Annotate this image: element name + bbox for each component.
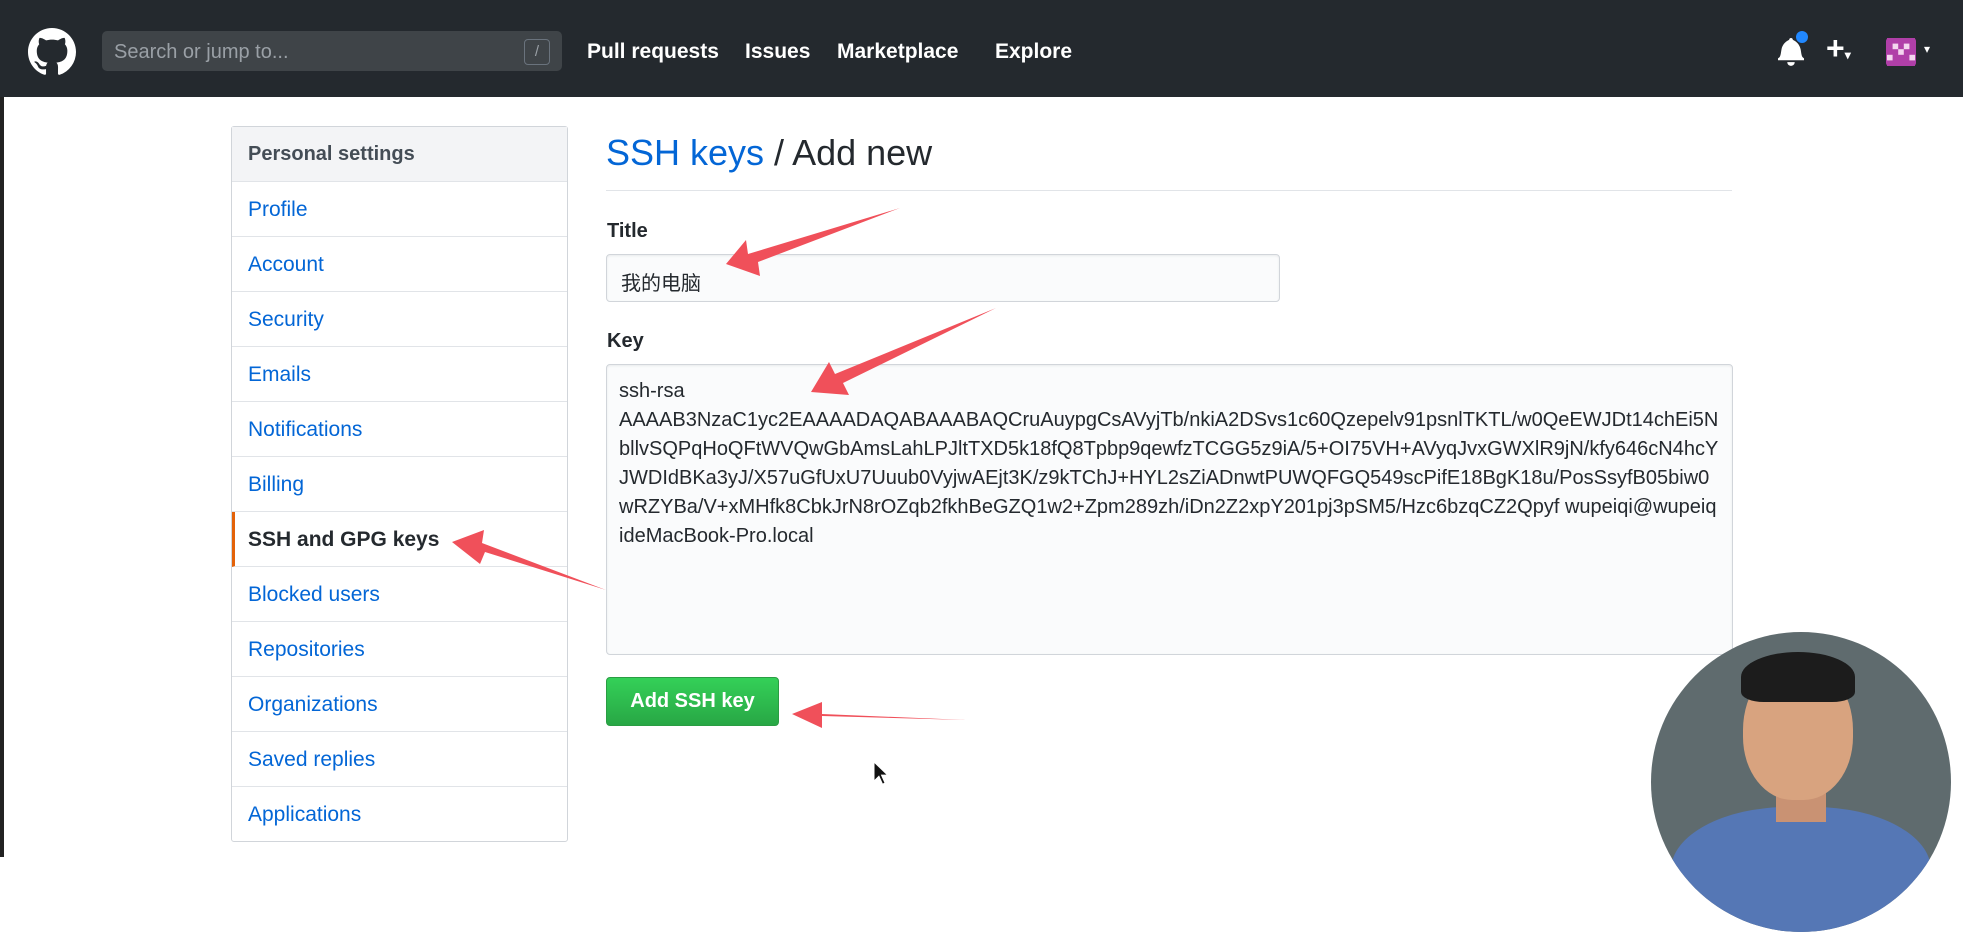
top-header: Search or jump to... / Pull requests Iss… [0,0,1963,97]
sidebar-item-account[interactable]: Account [232,237,567,292]
avatar[interactable] [1886,38,1916,66]
webcam-person-hair [1741,652,1855,702]
title-label: Title [607,220,648,242]
nav-marketplace[interactable]: Marketplace [837,40,958,64]
sidebar-item-repositories[interactable]: Repositories [232,622,567,677]
settings-sidebar: Personal settings Profile Account Securi… [231,126,568,842]
sidebar-item-security[interactable]: Security [232,292,567,347]
key-textarea[interactable]: ssh-rsa AAAAB3NzaC1yc2EAAAADAQABAAABAQCr… [606,364,1733,655]
window-edge [0,0,4,857]
webcam-person-shirt [1671,807,1931,932]
sidebar-item-ssh-gpg-keys[interactable]: SSH and GPG keys [232,512,567,567]
search-placeholder: Search or jump to... [114,41,289,63]
mouse-cursor-icon [873,760,890,786]
nav-issues[interactable]: Issues [745,40,810,64]
annotation-arrow-button [792,702,966,728]
identicon-icon [1887,38,1915,66]
sidebar-item-blocked-users[interactable]: Blocked users [232,567,567,622]
search-shortcut-key: / [524,39,550,65]
search-input[interactable]: Search or jump to... / [102,31,562,71]
sidebar-item-emails[interactable]: Emails [232,347,567,402]
breadcrumb-ssh-keys-link[interactable]: SSH keys [606,132,764,173]
sidebar-heading: Personal settings [232,127,567,182]
title-divider [606,190,1732,191]
chevron-down-icon[interactable]: ▾ [1924,42,1930,56]
breadcrumb-separator: / [764,132,793,173]
key-label: Key [607,330,644,352]
webcam-overlay [1651,632,1951,932]
sidebar-item-saved-replies[interactable]: Saved replies [232,732,567,787]
sidebar-item-notifications[interactable]: Notifications [232,402,567,457]
sidebar-item-applications[interactable]: Applications [232,787,567,842]
chevron-down-icon: ▾ [1844,48,1851,62]
sidebar-item-profile[interactable]: Profile [232,182,567,237]
create-new-button[interactable]: +▾ [1826,30,1851,67]
github-logo-icon[interactable] [28,28,76,76]
plus-icon: + [1826,30,1845,66]
notification-dot [1796,31,1808,43]
breadcrumb-current: Add new [792,132,933,173]
sidebar-item-billing[interactable]: Billing [232,457,567,512]
sidebar-item-organizations[interactable]: Organizations [232,677,567,732]
add-ssh-key-button[interactable]: Add SSH key [606,677,779,726]
nav-pull-requests[interactable]: Pull requests [587,40,719,64]
title-field[interactable]: 我的电脑 [606,254,1280,302]
nav-explore[interactable]: Explore [995,40,1072,64]
page-title: SSH keys / Add new [606,132,932,174]
